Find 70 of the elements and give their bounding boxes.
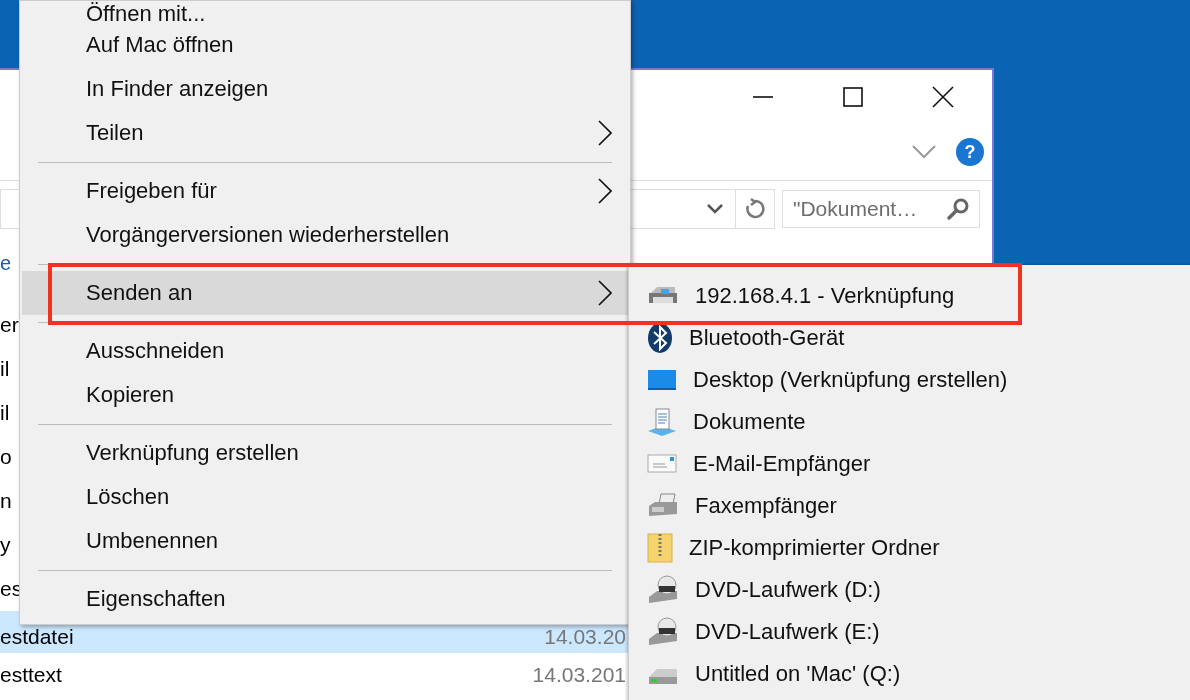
- menu-item[interactable]: Desktop (Verknüpfung erstellen): [629, 359, 1190, 401]
- close-icon: [931, 85, 955, 109]
- menu-item[interactable]: Teilen: [22, 111, 628, 155]
- dvd-drive-icon: [647, 617, 679, 647]
- menu-item-label: DVD-Laufwerk (E:): [695, 619, 880, 645]
- file-name: o: [0, 445, 12, 469]
- dvd-drive-icon: [647, 575, 679, 605]
- menu-item-label: ZIP-komprimierter Ordner: [689, 535, 940, 561]
- file-name: er: [0, 313, 19, 337]
- menu-item[interactable]: Ausschneiden: [22, 329, 628, 373]
- menu-item[interactable]: Senden an: [22, 271, 628, 315]
- document-icon: [647, 407, 677, 437]
- menu-item[interactable]: Faxempfänger: [629, 485, 1190, 527]
- file-name: n: [0, 489, 12, 513]
- file-name: estdatei: [0, 625, 74, 649]
- file-name: il: [0, 357, 10, 381]
- menu-item-label: Eigenschaften: [86, 586, 226, 612]
- file-name: il: [0, 401, 10, 425]
- menu-item-label: Umbenennen: [86, 528, 219, 554]
- refresh-icon: [744, 198, 766, 220]
- menu-item[interactable]: ZIP-komprimierter Ordner: [629, 527, 1190, 569]
- file-name: y: [0, 533, 11, 557]
- menu-item[interactable]: Dokumente: [629, 401, 1190, 443]
- help-button[interactable]: ?: [956, 138, 984, 166]
- dropdown-chevron-icon[interactable]: [707, 204, 723, 214]
- maximize-icon: [841, 85, 865, 109]
- menu-item-label: Dokumente: [693, 409, 806, 435]
- menu-item[interactable]: 192.168.4.1 - Verknüpfung: [629, 275, 1190, 317]
- menu-item-label: Freigeben für: [86, 178, 217, 204]
- file-name: esttext: [0, 663, 62, 687]
- minimize-icon: [753, 96, 773, 98]
- menu-item[interactable]: E-Mail-Empfänger: [629, 443, 1190, 485]
- menu-item-label: Löschen: [86, 484, 170, 510]
- menu-item[interactable]: Untitled on 'Mac' (Q:): [629, 653, 1190, 695]
- menu-item[interactable]: Freigeben für: [22, 169, 628, 213]
- menu-item-label: Desktop (Verknüpfung erstellen): [693, 367, 1008, 393]
- refresh-button[interactable]: [735, 189, 775, 229]
- menu-item-label: Ausschneiden: [86, 338, 225, 364]
- menu-item-label: E-Mail-Empfänger: [693, 451, 871, 477]
- menu-item-label: Senden an: [86, 280, 193, 306]
- menu-item[interactable]: DVD-Laufwerk (E:): [629, 611, 1190, 653]
- menu-item-label: 192.168.4.1 - Verknüpfung: [695, 283, 955, 309]
- search-icon[interactable]: [946, 197, 970, 221]
- search-field[interactable]: "Dokument…: [782, 190, 980, 228]
- menu-item[interactable]: Vorgängerversionen wiederherstellen: [22, 213, 628, 257]
- zip-folder-icon: [647, 533, 673, 563]
- menu-item-label: Bluetooth-Gerät: [689, 325, 845, 351]
- menu-item[interactable]: Verknüpfung erstellen: [22, 431, 628, 475]
- menu-item[interactable]: Kopieren: [22, 373, 628, 417]
- file-date: 14.03.201: [532, 663, 627, 687]
- file-row[interactable]: esttext 14.03.201: [0, 653, 628, 697]
- menu-item-label: Vorgängerversionen wiederherstellen: [86, 222, 450, 248]
- file-date: 14.03.20: [544, 625, 627, 649]
- chevron-down-icon[interactable]: [912, 145, 936, 159]
- envelope-icon: [647, 453, 677, 475]
- nav-item[interactable]: e: [0, 249, 12, 277]
- menu-item-label: Auf Mac öffnen: [86, 32, 234, 58]
- menu-item-label: DVD-Laufwerk (D:): [695, 577, 881, 603]
- menu-item-label: Verknüpfung erstellen: [86, 440, 299, 466]
- menu-item-label: Faxempfänger: [695, 493, 837, 519]
- bluetooth-icon: [647, 322, 673, 354]
- menu-item-label: In Finder anzeigen: [86, 76, 269, 102]
- monitor-screen-icon: [647, 369, 677, 391]
- menu-item[interactable]: Löschen: [22, 475, 628, 519]
- menu-item-label: Kopieren: [86, 382, 175, 408]
- menu-item-label: Teilen: [86, 120, 144, 146]
- menu-item-label: Untitled on 'Mac' (Q:): [695, 661, 901, 687]
- menu-item[interactable]: Umbenennen: [22, 519, 628, 563]
- menu-item[interactable]: DVD-Laufwerk (D:): [629, 569, 1190, 611]
- menu-item[interactable]: In Finder anzeigen: [22, 67, 628, 111]
